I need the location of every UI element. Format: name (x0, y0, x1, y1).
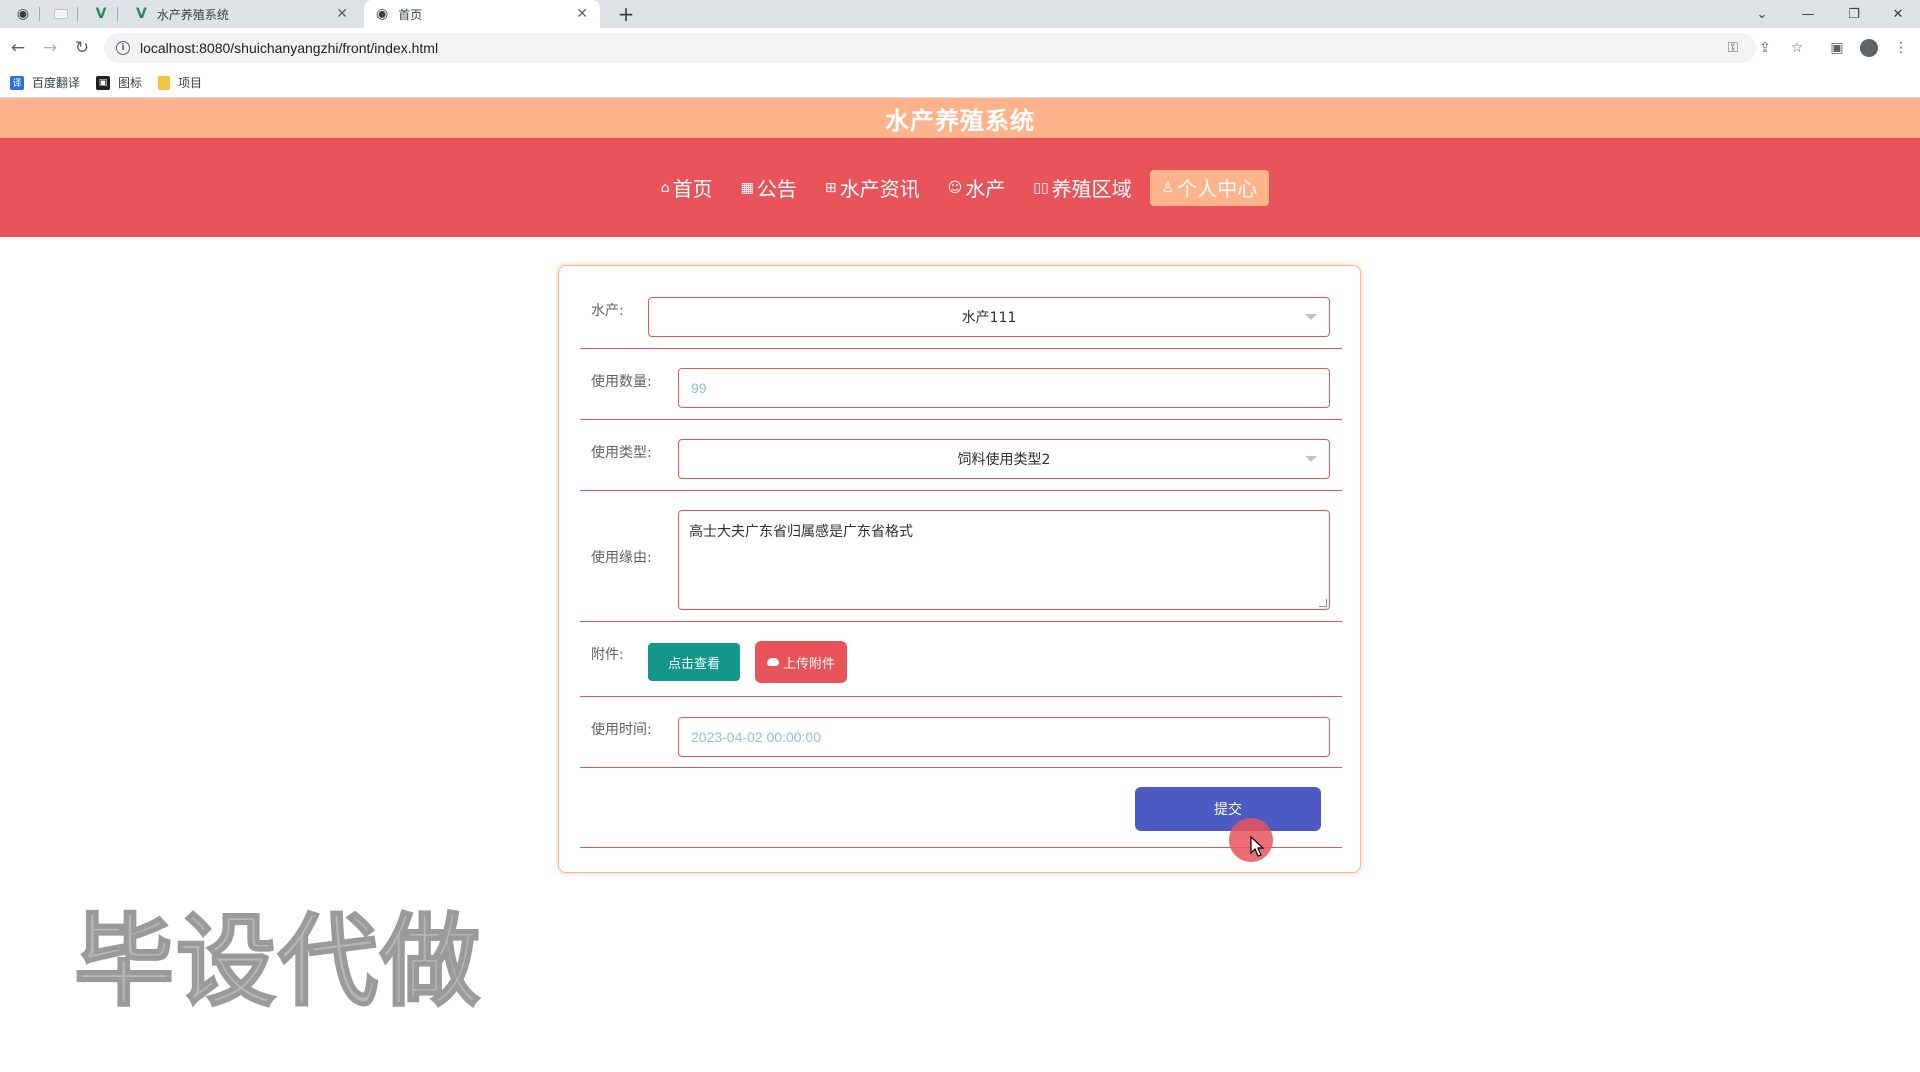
mouse-cursor-icon (1250, 836, 1265, 857)
columns-icon: ▯▯ (1033, 179, 1049, 196)
folder-icon (158, 75, 171, 90)
view-attachment-button[interactable]: 点击查看 (648, 643, 740, 681)
site-title: 水产养殖系统 (885, 106, 1035, 135)
aquatic-select[interactable]: 水产111 (648, 297, 1330, 337)
tab-title: 水产养殖系统 (156, 7, 229, 22)
nav-label: 首页 (672, 177, 713, 201)
form-row-reason: 使用缘由: 高士大夫广东省归属感是广东省格式 (580, 491, 1342, 622)
browser-tab[interactable]: V 水产养殖系统 ✕ (124, 0, 360, 28)
close-icon[interactable]: ✕ (336, 6, 348, 22)
use-time-input[interactable]: 2023-04-02 00:00:00 (678, 717, 1330, 757)
nav-item-news[interactable]: ⊞ 水产资讯 (815, 170, 930, 206)
reload-icon[interactable]: ↻ (68, 34, 96, 62)
nav-item-area[interactable]: ▯▯ 养殖区域 (1023, 170, 1141, 206)
vue-logo-icon: V (136, 6, 147, 22)
back-icon[interactable]: ← (4, 34, 32, 62)
profile-icon[interactable] (1856, 35, 1882, 61)
home-icon: ⌂ (660, 179, 670, 196)
form-row-aquatic: 水产: 水产111 (580, 266, 1342, 349)
nav-label: 公告 (756, 177, 797, 201)
nav-item-home[interactable]: ⌂ 首页 (651, 170, 723, 206)
quantity-label: 使用数量: (591, 374, 652, 390)
form-row-attachment: 附件: 点击查看 上传附件 (580, 622, 1342, 697)
bookmark-label: 图标 (118, 76, 143, 90)
image-icon: ▣ (96, 75, 111, 90)
close-icon[interactable]: ✕ (576, 6, 588, 22)
vue-logo-icon: V (95, 6, 107, 22)
form-row-use-time: 使用时间: 2023-04-02 00:00:00 (580, 697, 1342, 768)
nav-item-notice[interactable]: ▦ 公告 (731, 170, 807, 206)
resize-handle-icon[interactable] (1319, 599, 1327, 607)
bookmark-label: 百度翻译 (32, 76, 81, 90)
tab-title: 首页 (398, 7, 423, 22)
user-icon: ♙ (1161, 179, 1175, 196)
nav-item-aquatic[interactable]: ☺ 水产 (938, 170, 1016, 206)
chevron-down-icon (1305, 456, 1317, 462)
nav-item-user-center[interactable]: ♙ 个人中心 (1149, 169, 1270, 206)
bookmark-item[interactable]: 项目 (158, 74, 202, 91)
cloud-upload-icon (766, 658, 779, 666)
gift-icon: ▦ (740, 179, 754, 196)
site-header: 水产养殖系统 (0, 98, 1920, 138)
main-nav: ⌂ 首页 ▦ 公告 ⊞ 水产资讯 ☺ 水产 ▯▯ 养殖区域 ♙ 个人中心 (0, 138, 1920, 237)
translate-icon: 译 (10, 75, 24, 90)
side-panel-icon[interactable]: ▣ (1824, 35, 1850, 61)
minimize-icon[interactable]: — (1786, 0, 1830, 28)
pinned-tab[interactable] (44, 0, 78, 28)
reason-value: 高士大夫广东省归属感是广东省格式 (689, 524, 913, 540)
upload-attachment-button[interactable]: 上传附件 (755, 641, 847, 683)
bookmark-item[interactable]: ▣ 图标 (96, 74, 142, 91)
browser-tabstrip: ◉ V V 水产养殖系统 ✕ ◉ 首页 ✕ + ⌄ — ❐ ✕ (0, 0, 1920, 28)
blank-page-icon (54, 9, 68, 19)
smile-icon: ☺ (947, 179, 963, 196)
share-icon[interactable]: ⇪ (1752, 35, 1778, 61)
reason-label: 使用缘由: (591, 550, 652, 566)
pinned-tab[interactable]: ◉ (6, 0, 40, 28)
usage-type-select[interactable]: 饲料使用类型2 (678, 439, 1330, 479)
form-row-submit: 提交 (580, 768, 1342, 848)
nav-label: 水产资讯 (839, 177, 920, 201)
chevron-down-icon (1305, 314, 1317, 320)
usage-form: 水产: 水产111 使用数量: 99 使用类型: 饲料使用类型2 使用缘由: 高… (558, 265, 1361, 873)
info-icon[interactable]: i (116, 41, 130, 55)
quantity-input[interactable]: 99 (678, 368, 1330, 408)
form-row-quantity: 使用数量: 99 (580, 349, 1342, 420)
bookmarks-bar: 译 百度翻译 ▣ 图标 项目 (0, 68, 1920, 98)
address-bar[interactable]: i localhost:8080/shuichanyangzhi/front/i… (104, 33, 1756, 63)
usage-type-label: 使用类型: (591, 445, 652, 461)
menu-icon[interactable]: ⋮ (1888, 35, 1914, 61)
reason-textarea[interactable]: 高士大夫广东省归属感是广东省格式 (678, 510, 1330, 610)
url-text: localhost:8080/shuichanyangzhi/front/ind… (140, 40, 439, 56)
tab-search-icon[interactable]: ⌄ (1740, 0, 1784, 28)
watermark-text: 毕设代做 (73, 902, 482, 1021)
key-icon[interactable]: ⚿ (1720, 35, 1746, 61)
restore-icon[interactable]: ❐ (1832, 0, 1876, 28)
aquatic-value: 水产111 (961, 310, 1017, 326)
use-time-label: 使用时间: (591, 722, 652, 738)
nav-label: 养殖区域 (1051, 177, 1132, 201)
star-icon[interactable]: ☆ (1784, 35, 1810, 61)
form-row-usage-type: 使用类型: 饲料使用类型2 (580, 420, 1342, 491)
pinned-tab[interactable]: V (84, 0, 118, 28)
usage-type-value: 饲料使用类型2 (957, 452, 1051, 468)
forward-icon[interactable]: → (36, 34, 64, 62)
submit-button[interactable]: 提交 (1135, 787, 1321, 831)
close-window-icon[interactable]: ✕ (1876, 0, 1920, 28)
grid-icon: ⊞ (824, 179, 837, 196)
globe-icon: ◉ (376, 6, 389, 22)
globe-icon: ◉ (16, 6, 30, 22)
nav-label: 水产 (965, 177, 1006, 201)
bookmark-label: 项目 (178, 76, 203, 90)
nav-label: 个人中心 (1177, 177, 1258, 201)
upload-label: 上传附件 (782, 656, 835, 672)
bookmark-item[interactable]: 译 百度翻译 (10, 74, 80, 91)
browser-toolbar: ← → ↻ i localhost:8080/shuichanyangzhi/f… (0, 28, 1920, 68)
attachment-label: 附件: (591, 647, 624, 663)
new-tab-button[interactable]: + (614, 0, 638, 28)
browser-tab-active[interactable]: ◉ 首页 ✕ (364, 0, 600, 28)
aquatic-label: 水产: (591, 303, 624, 319)
